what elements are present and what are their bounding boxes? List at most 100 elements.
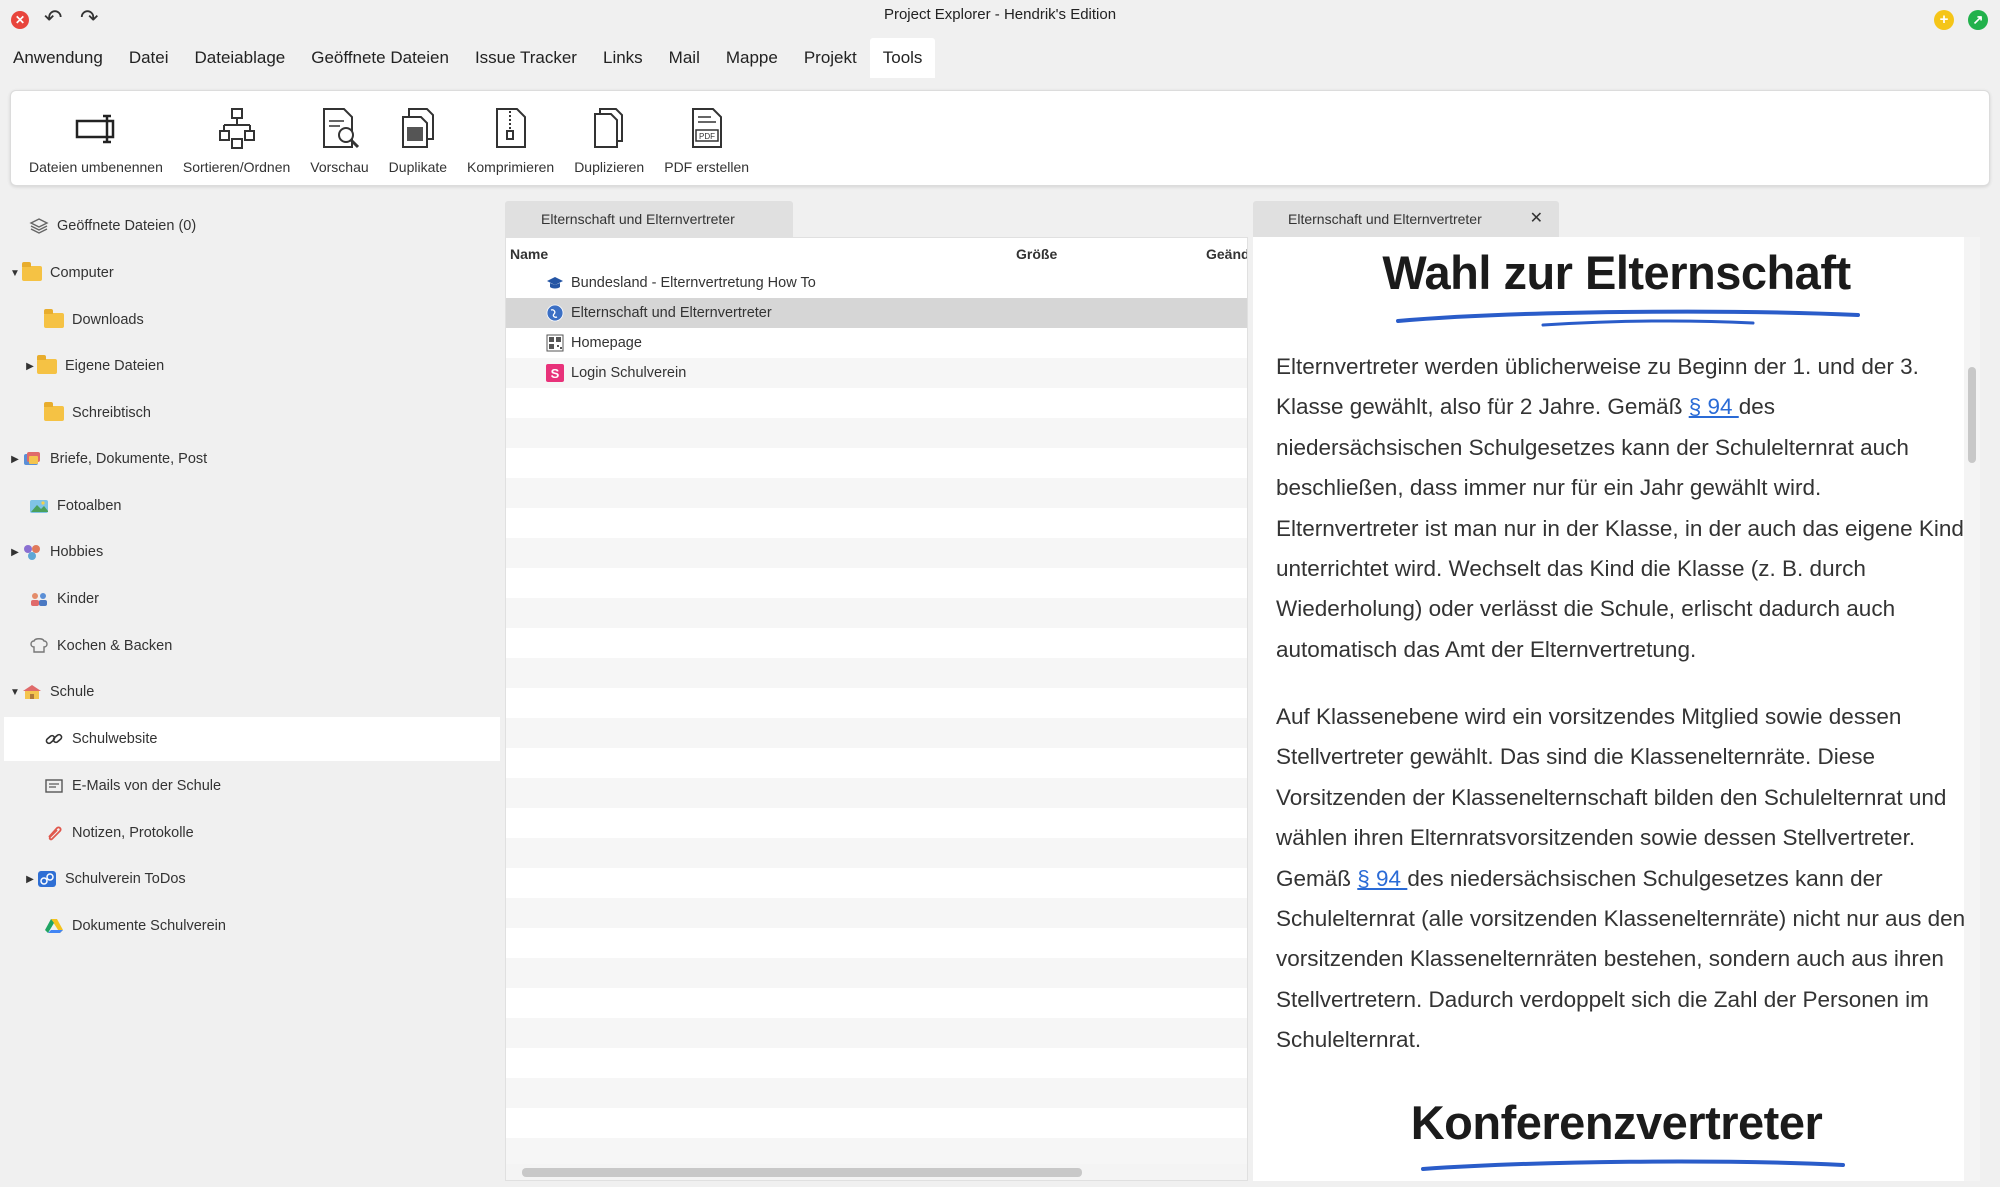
menu-dateiablage[interactable]: Dateiablage <box>182 38 299 78</box>
expand-arrow-icon[interactable]: ▶ <box>8 547 22 558</box>
file-list-panel: Name Größe Geänd Bundesland - Elternvert… <box>505 237 1248 1181</box>
preview-heading-1: Wahl zur Elternschaft <box>1382 246 1851 299</box>
expand-arrow-icon[interactable]: ▼ <box>8 687 22 698</box>
expand-arrow-icon[interactable]: ▶ <box>23 361 37 372</box>
expand-arrow-icon[interactable]: ▶ <box>8 454 22 465</box>
table-row[interactable]: Homepage <box>506 328 1247 358</box>
menu-tools[interactable]: Tools <box>869 38 936 78</box>
column-header-modified[interactable]: Geänd <box>1206 246 1247 262</box>
empty-row <box>506 388 1247 418</box>
file-name: Login Schulverein <box>571 365 687 381</box>
table-row[interactable]: S Login Schulverein <box>506 358 1247 388</box>
sidebar-item-label: E-Mails von der Schule <box>72 778 222 794</box>
table-row[interactable]: Elternschaft und Elternvertreter <box>506 298 1247 328</box>
sidebar-item-briefe[interactable]: ▶ Briefe, Dokumente, Post <box>8 437 207 481</box>
sidebar-item-schreibtisch[interactable]: Schreibtisch <box>30 391 151 435</box>
preview-panel: Wahl zur Elternschaft Elternvertreter we… <box>1253 237 1980 1181</box>
menu-projekt[interactable]: Projekt <box>791 38 870 78</box>
duplicates-button[interactable]: Duplikate <box>389 105 447 175</box>
empty-row <box>506 1048 1247 1078</box>
sidebar-item-schule[interactable]: ▼ Schule <box>8 670 94 714</box>
sort-organize-button[interactable]: Sortieren/Ordnen <box>183 105 290 175</box>
sidebar-item-dokumente-schulverein[interactable]: Dokumente Schulverein <box>30 904 226 948</box>
sidebar-item-label: Schulwebsite <box>72 731 158 747</box>
sidebar-item-kinder[interactable]: Kinder <box>15 577 99 621</box>
link-icon <box>44 729 64 749</box>
hobbies-icon <box>22 542 42 562</box>
sidebar-item-opened-files[interactable]: Geöffnete Dateien (0) <box>15 204 196 248</box>
empty-row <box>506 958 1247 988</box>
empty-row <box>506 1078 1247 1108</box>
sidebar-item-schulverein-todos[interactable]: ▶ Schulverein ToDos <box>23 857 186 901</box>
tools-ribbon: Dateien umbenennen Sortieren/Ordnen Vors… <box>10 90 1990 186</box>
compress-label: Komprimieren <box>467 159 555 175</box>
compress-button[interactable]: Komprimieren <box>467 105 554 175</box>
sidebar-item-hobbies[interactable]: ▶ Hobbies <box>8 530 103 574</box>
preview-label: Vorschau <box>310 159 369 175</box>
preview-button[interactable]: Vorschau <box>310 105 369 175</box>
close-tab-icon[interactable]: ✕ <box>1530 201 1543 237</box>
sidebar-item-downloads[interactable]: Downloads <box>30 298 144 342</box>
chef-hat-icon <box>29 636 49 656</box>
create-pdf-button[interactable]: PDF PDF erstellen <box>664 105 749 175</box>
menu-issue-tracker[interactable]: Issue Tracker <box>462 38 590 78</box>
tab-filelist[interactable]: Elternschaft und Elternvertreter <box>505 201 793 237</box>
scrollbar-thumb[interactable] <box>522 1168 1082 1177</box>
heading-underline <box>1421 1159 1845 1171</box>
menu-links[interactable]: Links <box>590 38 656 78</box>
sidebar-item-computer[interactable]: ▼ Computer <box>8 251 114 295</box>
empty-row <box>506 658 1247 688</box>
sidebar-item-fotoalben[interactable]: Fotoalben <box>15 484 122 528</box>
sidebar-item-emails-schule[interactable]: E-Mails von der Schule <box>30 764 221 808</box>
mail-icon <box>44 776 64 796</box>
expand-arrow-icon[interactable]: ▼ <box>8 268 22 279</box>
sidebar-item-eigene-dateien[interactable]: ▶ Eigene Dateien <box>23 344 164 388</box>
table-row[interactable]: Bundesland - Elternvertretung How To <box>506 268 1247 298</box>
sidebar-item-label: Notizen, Protokolle <box>72 825 194 841</box>
sidebar-item-label: Fotoalben <box>57 498 122 514</box>
rename-files-button[interactable]: Dateien umbenennen <box>29 105 163 175</box>
sidebar-item-kochen-backen[interactable]: Kochen & Backen <box>15 624 172 668</box>
s-logo-icon: S <box>546 364 564 382</box>
law-link[interactable]: § 94 <box>1357 866 1407 891</box>
zip-icon <box>495 108 526 148</box>
sidebar-item-label: Dokumente Schulverein <box>72 918 226 934</box>
empty-row <box>506 838 1247 868</box>
graduation-icon <box>546 274 564 292</box>
sidebar-item-label: Computer <box>50 265 114 281</box>
tab-label: Elternschaft und Elternvertreter <box>1288 211 1482 227</box>
empty-row <box>506 418 1247 448</box>
layers-icon <box>29 216 49 236</box>
scrollbar-thumb[interactable] <box>1968 367 1976 463</box>
menu-geoeffnete-dateien[interactable]: Geöffnete Dateien <box>298 38 462 78</box>
duplicate-file-button[interactable]: Duplizieren <box>574 105 644 175</box>
sidebar-item-schulwebsite[interactable]: Schulwebsite <box>4 717 500 761</box>
qr-icon <box>546 334 564 352</box>
menu-mail[interactable]: Mail <box>656 38 713 78</box>
drive-icon <box>44 916 64 936</box>
column-header-size[interactable]: Größe <box>1016 246 1057 262</box>
duplicates-icon <box>401 108 434 148</box>
menu-mappe[interactable]: Mappe <box>713 38 791 78</box>
sidebar-item-label: Downloads <box>72 312 144 328</box>
preview-paragraph-1: Elternvertreter werden üblicherweise zu … <box>1276 354 1964 662</box>
maximize-window-button[interactable]: ↗ <box>1968 10 1988 30</box>
vertical-scrollbar[interactable] <box>1964 237 1980 1181</box>
copy-icon <box>594 108 624 148</box>
sidebar-item-notizen[interactable]: Notizen, Protokolle <box>30 811 194 855</box>
empty-row <box>506 448 1247 478</box>
tab-preview[interactable]: Elternschaft und Elternvertreter ✕ <box>1253 201 1559 237</box>
sidebar-tree: Geöffnete Dateien (0) ▼ Computer Downloa… <box>0 200 500 1187</box>
menu-bar: Anwendung Datei Dateiablage Geöffnete Da… <box>0 38 936 80</box>
expand-arrow-icon[interactable]: ▶ <box>23 874 37 885</box>
law-link[interactable]: § 94 <box>1689 394 1739 419</box>
folder-icon <box>44 308 64 330</box>
sidebar-item-label: Briefe, Dokumente, Post <box>50 451 208 467</box>
minimize-window-button[interactable]: + <box>1934 10 1954 30</box>
menu-anwendung[interactable]: Anwendung <box>0 38 116 78</box>
menu-datei[interactable]: Datei <box>116 38 182 78</box>
column-header-name[interactable]: Name <box>510 246 548 262</box>
sidebar-item-label: Schreibtisch <box>72 405 151 421</box>
horizontal-scrollbar[interactable] <box>506 1164 1247 1180</box>
empty-row <box>506 628 1247 658</box>
